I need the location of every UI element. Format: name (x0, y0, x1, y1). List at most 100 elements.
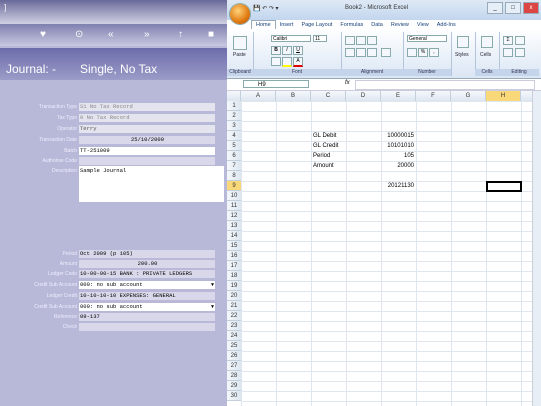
authorise-code-field[interactable] (79, 157, 215, 165)
row-header-30[interactable]: 30 (227, 391, 241, 401)
currency-icon[interactable] (407, 48, 417, 57)
cell-e6[interactable]: 105 (383, 151, 414, 161)
comma-icon[interactable]: , (429, 48, 439, 57)
fx-icon[interactable]: fx (345, 80, 350, 86)
underline-icon[interactable]: U (293, 46, 303, 55)
quick-access-toolbar[interactable]: 💾 ↶ ↷ ▾ (253, 5, 279, 12)
cell-e4[interactable]: 10000015 (383, 131, 414, 141)
column-header-f[interactable]: F (416, 91, 451, 101)
align-left-icon[interactable] (345, 48, 355, 57)
favourite-icon[interactable]: ♥ (40, 29, 46, 40)
description-textarea[interactable]: Sample Journal (79, 166, 224, 202)
forward-icon[interactable]: » (144, 29, 150, 40)
cell-e9[interactable]: 20121130 (383, 181, 414, 191)
ledger-code-field[interactable]: 10-00-00-15 BANK : PRIVATE LEDGERS (79, 270, 215, 278)
transaction-date-field[interactable]: 25/10/2009 (79, 136, 215, 144)
close-button[interactable]: x (523, 2, 539, 14)
row-header-25[interactable]: 25 (227, 341, 241, 351)
tab-add-ins[interactable]: Add-Ins (433, 21, 460, 29)
row-header-26[interactable]: 26 (227, 351, 241, 361)
borders-icon[interactable] (271, 57, 281, 66)
tab-data[interactable]: Data (367, 21, 387, 29)
bold-icon[interactable]: B (271, 46, 281, 55)
batch-field[interactable]: TT-251009 (79, 147, 215, 155)
tab-formulas[interactable]: Formulas (336, 21, 367, 29)
row-header-9[interactable]: 9 (227, 181, 241, 191)
sort-filter-icon[interactable] (515, 36, 525, 45)
formula-input[interactable] (355, 80, 535, 90)
row-header-1[interactable]: 1 (227, 101, 241, 111)
refresh-icon[interactable]: ⊙ (75, 29, 83, 40)
amount-field[interactable]: 200.00 (79, 260, 215, 268)
stop-icon[interactable]: ■ (208, 29, 214, 40)
cell-c7[interactable]: Amount (313, 161, 344, 171)
row-header-5[interactable]: 5 (227, 141, 241, 151)
tab-home[interactable]: Home (251, 20, 276, 29)
cell-area[interactable]: GL Debit 10000015 GL Credit 10101010 Period 1… (241, 101, 541, 406)
cell-c5[interactable]: GL Credit (313, 141, 344, 151)
tab-review[interactable]: Review (387, 21, 413, 29)
row-header-23[interactable]: 23 (227, 321, 241, 331)
cells-icon[interactable] (481, 36, 493, 48)
row-header-10[interactable]: 10 (227, 191, 241, 201)
row-header-21[interactable]: 21 (227, 301, 241, 311)
font-color-icon[interactable]: A (293, 57, 303, 67)
align-middle-icon[interactable] (356, 36, 366, 45)
row-header-28[interactable]: 28 (227, 371, 241, 381)
select-all-corner[interactable] (227, 91, 241, 101)
ledger-credit-field[interactable]: 10-10-10-10 EXPENSES: GENERAL (79, 292, 215, 300)
column-header-a[interactable]: A (241, 91, 276, 101)
cell-c4[interactable]: GL Debit (313, 131, 344, 141)
row-header-2[interactable]: 2 (227, 111, 241, 121)
styles-icon[interactable] (457, 36, 469, 48)
tab-insert[interactable]: Insert (276, 21, 298, 29)
row-header-17[interactable]: 17 (227, 261, 241, 271)
row-header-11[interactable]: 11 (227, 201, 241, 211)
cell-e5[interactable]: 10101010 (383, 141, 414, 151)
paste-label[interactable]: Paste (233, 52, 246, 58)
row-header-18[interactable]: 18 (227, 271, 241, 281)
name-box[interactable]: H9 (243, 80, 309, 88)
reference-field[interactable]: 09-137 (79, 313, 215, 321)
align-center-icon[interactable] (356, 48, 366, 57)
vertical-scrollbar[interactable] (532, 91, 541, 406)
row-header-22[interactable]: 22 (227, 311, 241, 321)
italic-icon[interactable]: I (282, 46, 292, 55)
column-header-d[interactable]: D (346, 91, 381, 101)
row-header-29[interactable]: 29 (227, 381, 241, 391)
tab-view[interactable]: View (413, 21, 433, 29)
styles-label[interactable]: Styles (455, 52, 469, 58)
row-header-3[interactable]: 3 (227, 121, 241, 131)
tax-type-field[interactable]: 0 No Tax Record (79, 114, 215, 122)
cells-label[interactable]: Cells (480, 52, 491, 58)
row-header-15[interactable]: 15 (227, 241, 241, 251)
credit-sub-account-select-2[interactable]: 000: no sub account (79, 303, 215, 311)
back-icon[interactable]: « (108, 29, 114, 40)
fill-icon[interactable] (503, 48, 513, 57)
row-header-6[interactable]: 6 (227, 151, 241, 161)
row-header-14[interactable]: 14 (227, 231, 241, 241)
transaction-type-field[interactable]: S1 No Tax Record (79, 103, 215, 111)
autosum-icon[interactable]: Σ (503, 36, 513, 45)
credit-sub-account-select[interactable]: 000: no sub account (79, 281, 215, 289)
paste-icon[interactable] (233, 36, 247, 50)
align-top-icon[interactable] (345, 36, 355, 45)
font-size-select[interactable]: 11 (313, 35, 327, 42)
find-icon[interactable] (515, 48, 525, 57)
office-button-icon[interactable] (230, 4, 250, 24)
column-header-b[interactable]: B (276, 91, 311, 101)
check-field[interactable] (79, 323, 215, 331)
column-header-h[interactable]: H (486, 91, 521, 101)
row-header-8[interactable]: 8 (227, 171, 241, 181)
operator-field[interactable]: Terry (79, 125, 215, 133)
row-header-13[interactable]: 13 (227, 221, 241, 231)
merge-icon[interactable] (381, 48, 391, 57)
percent-icon[interactable]: % (418, 48, 428, 57)
font-name-select[interactable]: Calibri (271, 35, 311, 42)
align-right-icon[interactable] (367, 48, 377, 57)
row-header-20[interactable]: 20 (227, 291, 241, 301)
cell-e7[interactable]: 20000 (383, 161, 414, 171)
row-header-4[interactable]: 4 (227, 131, 241, 141)
period-field[interactable]: Oct 2009 (p 105) (79, 250, 215, 258)
row-header-7[interactable]: 7 (227, 161, 241, 171)
